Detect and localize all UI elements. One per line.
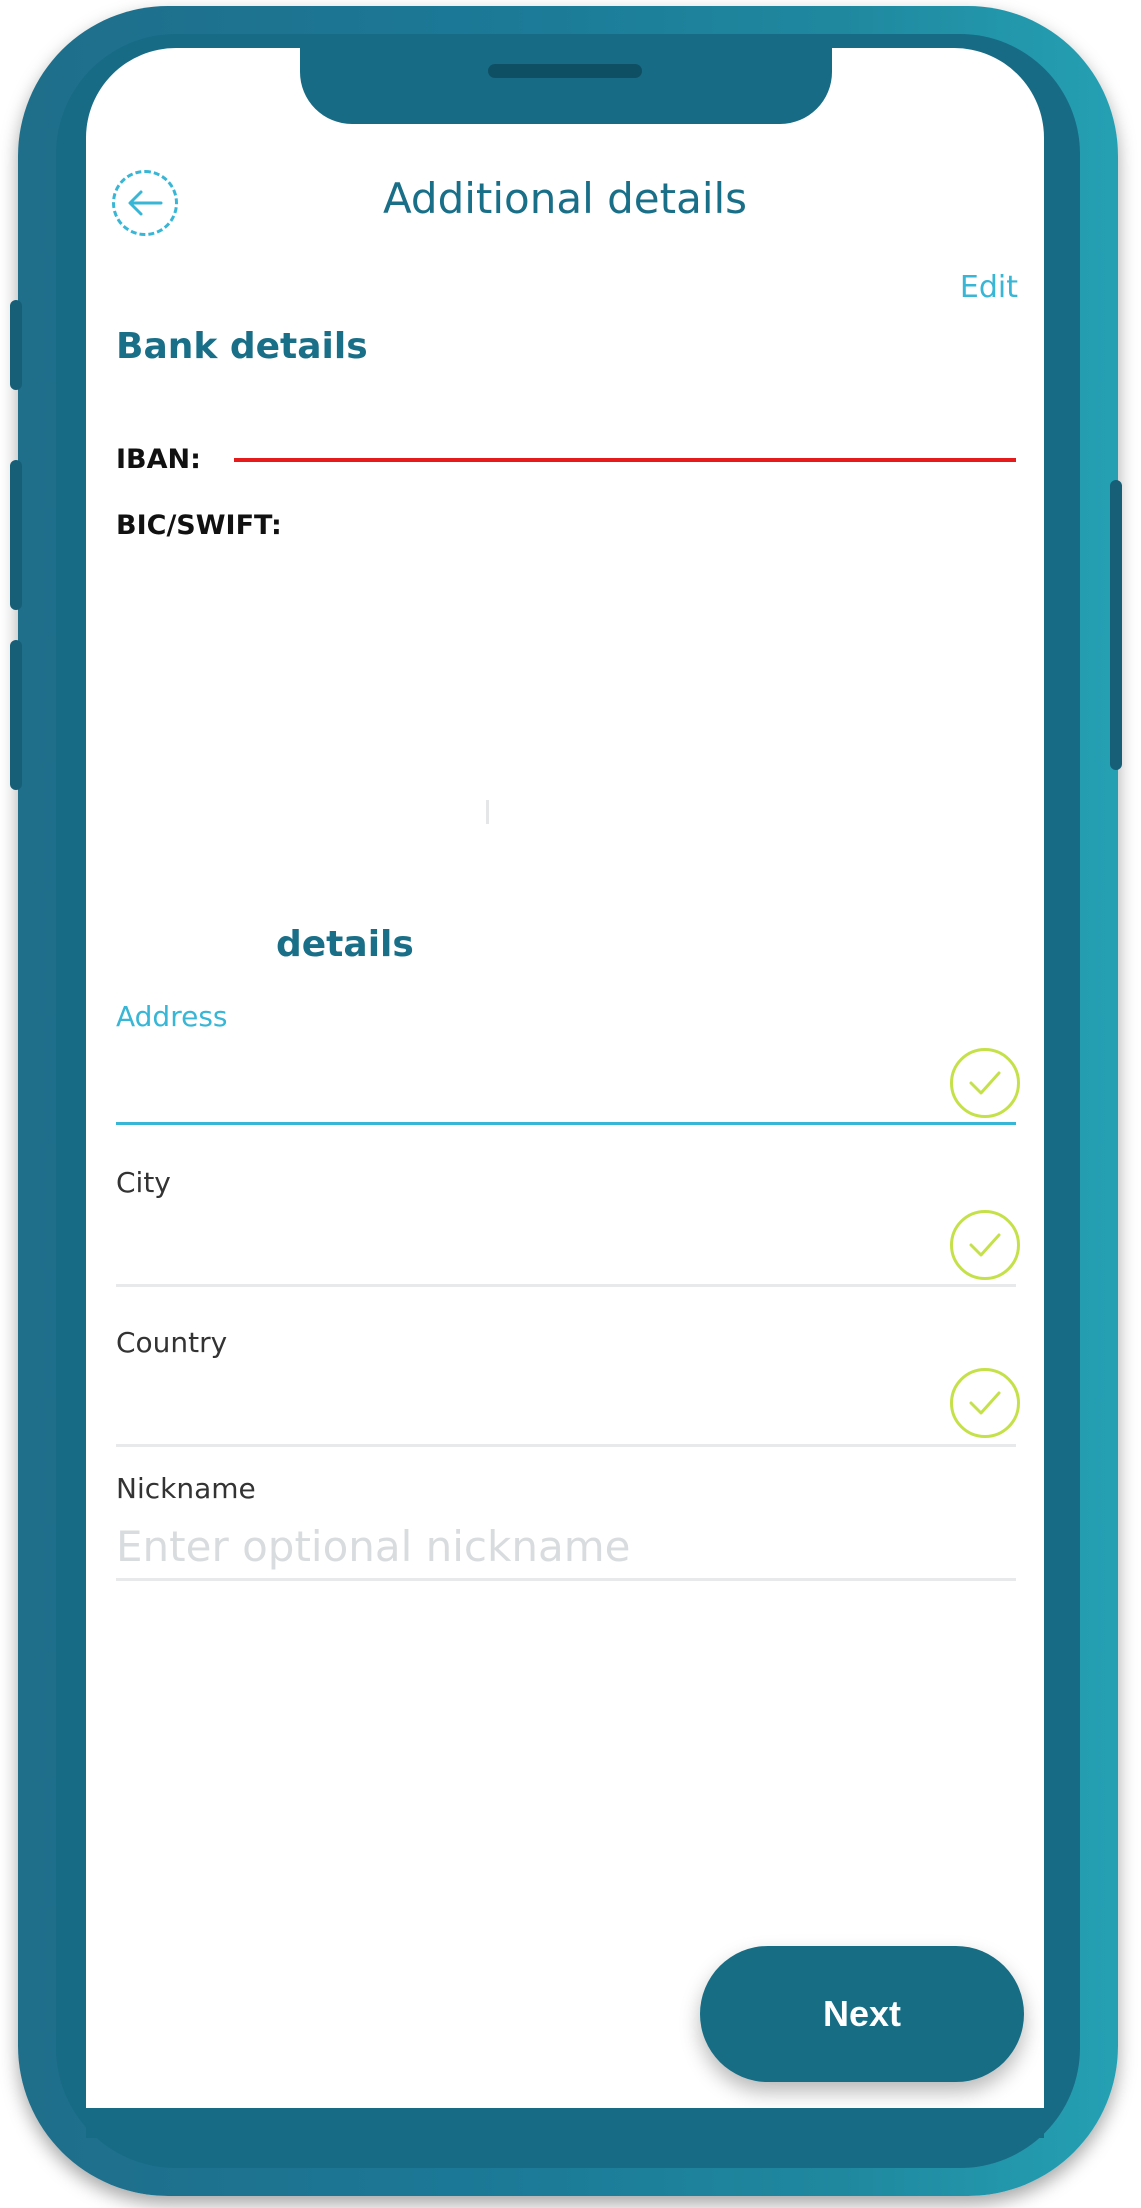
bank-details-title: Bank details [116, 326, 368, 367]
country-input-underline[interactable] [116, 1444, 1016, 1447]
app-screen: Additional details Bank details Edit IBA… [86, 48, 1044, 2108]
page-title: Additional details [382, 174, 748, 223]
recipient-details-suffix: details [276, 924, 414, 965]
divider-mark [486, 800, 489, 824]
speaker-grille [488, 64, 642, 78]
phone-bottom-bezel [86, 2108, 1044, 2138]
city-label: City [116, 1166, 171, 1199]
side-button-volume-down [10, 640, 22, 790]
nickname-input-underline [116, 1578, 1016, 1581]
address-input-underline[interactable] [116, 1122, 1016, 1125]
next-button[interactable]: Next [700, 1946, 1024, 2082]
address-valid-check-icon [950, 1048, 1020, 1118]
city-input-underline[interactable] [116, 1284, 1016, 1287]
country-valid-check-icon [950, 1368, 1020, 1438]
address-label: Address [116, 1000, 228, 1033]
nickname-input[interactable] [116, 1514, 1016, 1578]
edit-bank-details-link[interactable]: Edit [960, 270, 1018, 305]
side-button-mute [10, 300, 22, 390]
side-button-volume-up [10, 460, 22, 610]
bic-swift-label: BIC/SWIFT: [116, 510, 282, 541]
phone-notch [300, 48, 832, 124]
nickname-label: Nickname [116, 1472, 256, 1505]
recipient-details-title: details [116, 924, 414, 965]
country-label: Country [116, 1326, 228, 1359]
iban-value-redaction [234, 458, 1016, 462]
side-button-power [1110, 480, 1122, 770]
iban-label: IBAN: [116, 444, 201, 475]
city-valid-check-icon [950, 1210, 1020, 1280]
